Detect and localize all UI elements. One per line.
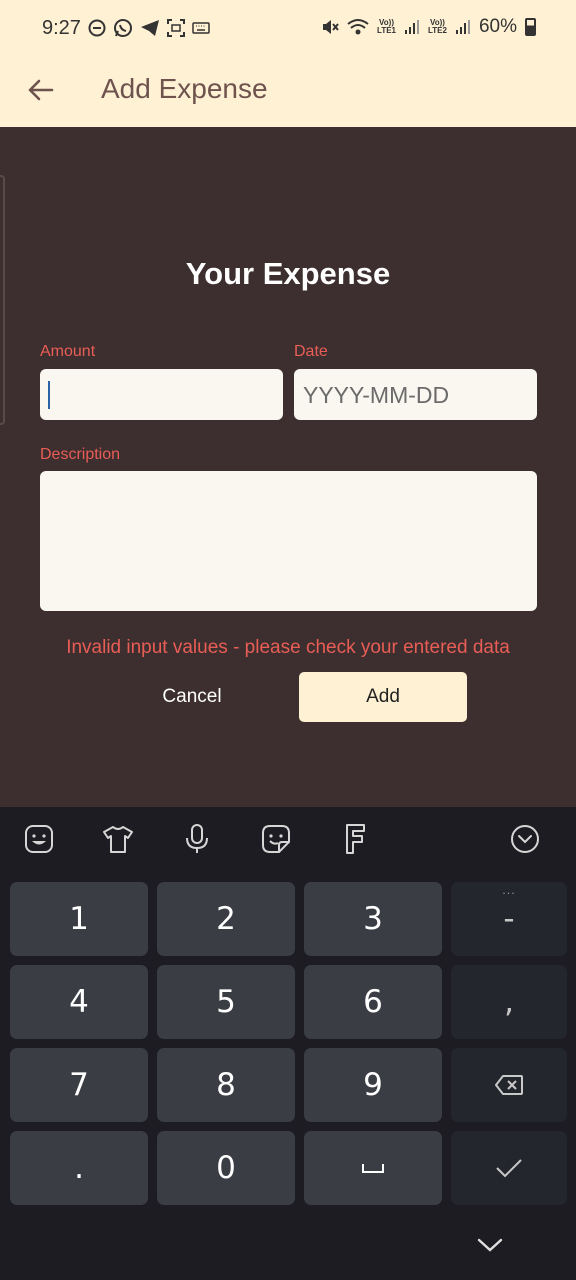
- keyboard-notification-icon: [192, 22, 210, 34]
- status-time: 9:27: [42, 17, 81, 39]
- emoji-icon: [25, 825, 53, 853]
- key-6[interactable]: 6: [304, 965, 442, 1039]
- backspace-key[interactable]: [451, 1048, 567, 1122]
- sim1-label: Vo)) LTE1: [377, 18, 396, 35]
- key-0[interactable]: 0: [157, 1131, 295, 1205]
- font-button[interactable]: [339, 823, 371, 855]
- sticker-icon: [262, 825, 290, 853]
- key-8[interactable]: 8: [157, 1048, 295, 1122]
- key-4[interactable]: 4: [10, 965, 148, 1039]
- form-title: Your Expense: [185, 256, 391, 291]
- key-7[interactable]: 7: [10, 1048, 148, 1122]
- chevron-down-circle-icon: [511, 825, 539, 853]
- screenshot-icon: [167, 19, 185, 37]
- notification-icons: [88, 18, 210, 38]
- key-2[interactable]: 2: [157, 882, 295, 956]
- done-check-icon: [496, 1159, 522, 1178]
- description-input[interactable]: [40, 471, 537, 611]
- emoji-button[interactable]: [23, 823, 55, 855]
- do-not-disturb-icon: [88, 19, 106, 37]
- description-label: Description: [40, 446, 121, 463]
- key-comma[interactable]: ,: [451, 965, 567, 1039]
- sticker-button[interactable]: [260, 823, 292, 855]
- arrow-left-icon: [28, 79, 54, 101]
- page-title: Add Expense: [101, 73, 268, 104]
- status-right-icons: Vo)) LTE1 Vo)) LTE2 60%: [321, 16, 536, 38]
- signal-sim1-icon: [405, 20, 419, 34]
- date-label: Date: [294, 343, 328, 360]
- hide-keyboard-button[interactable]: [470, 1227, 510, 1263]
- app-bar: Add Expense: [0, 58, 576, 127]
- space-icon: [362, 1164, 384, 1173]
- done-key[interactable]: [451, 1131, 567, 1205]
- key-minus[interactable]: ... -: [451, 882, 567, 956]
- key-1[interactable]: 1: [10, 882, 148, 956]
- date-input[interactable]: YYYY-MM-DD: [294, 369, 537, 420]
- signal-sim2-icon: [455, 20, 470, 34]
- wifi-icon: [347, 19, 369, 35]
- edge-panel-handle[interactable]: [0, 175, 5, 425]
- mute-icon: [323, 20, 339, 34]
- amount-input[interactable]: [40, 369, 283, 420]
- keyboard-toolbar: [0, 807, 576, 872]
- telegram-icon: [141, 20, 159, 36]
- microphone-icon: [186, 824, 208, 853]
- key-minus-label: -: [503, 901, 515, 937]
- status-bar: 9:27 Vo)) LTE1 Vo)) LTE2 60%: [0, 0, 576, 58]
- error-message: Invalid input values - please check your…: [66, 637, 510, 658]
- space-key[interactable]: [304, 1131, 442, 1205]
- hide-keyboard-icon: [477, 1238, 503, 1252]
- collapse-toolbar-button[interactable]: [509, 823, 541, 855]
- key-5[interactable]: 5: [157, 965, 295, 1039]
- more-symbols-indicator: ...: [502, 884, 516, 897]
- add-button[interactable]: Add: [299, 672, 467, 722]
- key-dot[interactable]: .: [10, 1131, 148, 1205]
- amount-label: Amount: [40, 343, 96, 360]
- key-9[interactable]: 9: [304, 1048, 442, 1122]
- voice-input-button[interactable]: [181, 823, 213, 855]
- battery-percent: 60%: [478, 16, 517, 37]
- theme-button[interactable]: [102, 823, 134, 855]
- whatsapp-icon: [114, 19, 132, 37]
- date-placeholder: YYYY-MM-DD: [303, 382, 450, 408]
- back-button[interactable]: [22, 72, 58, 108]
- battery-icon: [525, 18, 536, 36]
- font-icon: [346, 824, 365, 854]
- sim2-label: Vo)) LTE2: [428, 18, 447, 35]
- numeric-keyboard: 1 2 3 ... - 4 5 6 , 7 8 9 . 0: [0, 807, 576, 1280]
- text-cursor: [48, 381, 50, 409]
- key-3[interactable]: 3: [304, 882, 442, 956]
- backspace-icon: [495, 1075, 523, 1095]
- cancel-button[interactable]: Cancel: [132, 673, 252, 721]
- theme-shirt-icon: [103, 826, 133, 853]
